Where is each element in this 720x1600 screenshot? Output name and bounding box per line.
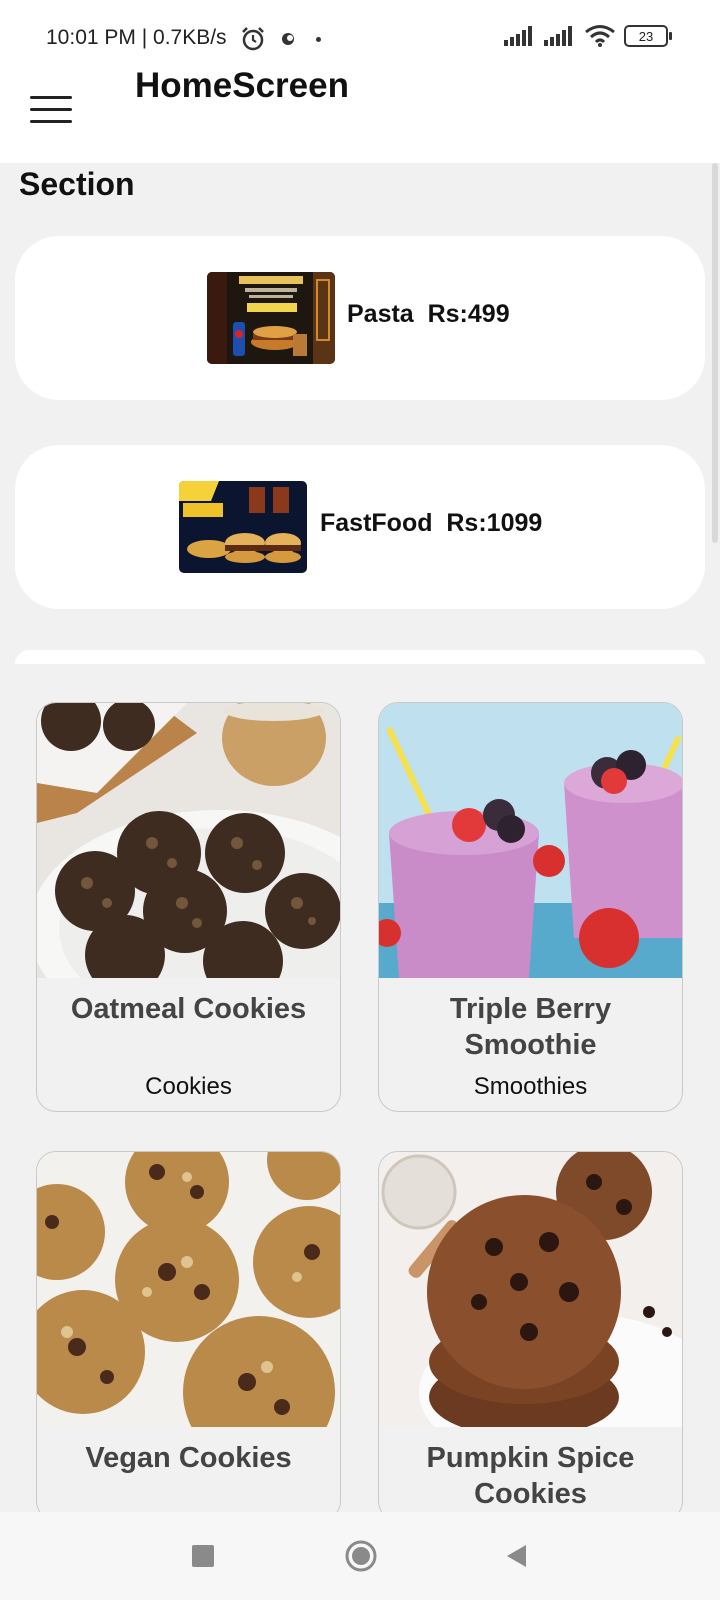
pasta-deal-photo xyxy=(207,272,335,364)
grid-card-vegan-cookies[interactable]: Vegan Cookies xyxy=(36,1151,341,1521)
home-circle-icon[interactable] xyxy=(336,1532,386,1580)
status-icons: 23 xyxy=(504,24,672,48)
scrollbar[interactable] xyxy=(712,163,718,543)
page-title: HomeScreen xyxy=(135,66,349,105)
signal-icon-2 xyxy=(544,26,572,46)
wifi-icon xyxy=(585,25,615,47)
notification-dot-icon xyxy=(316,37,321,42)
vegan-cookies-photo xyxy=(37,1152,340,1427)
section-title: Section xyxy=(19,166,135,202)
grid-card-triple-berry-smoothie[interactable]: Triple Berry Smoothie Smoothies xyxy=(378,702,683,1112)
section-item-label: Pasta Rs:499 xyxy=(347,300,510,328)
app-notification-icon xyxy=(282,33,294,45)
section-item-fastfood[interactable]: FastFood Rs:1099 xyxy=(15,445,705,609)
card-title: Vegan Cookies xyxy=(85,1442,292,1474)
card-category: Cookies xyxy=(145,1073,232,1100)
battery-icon: 23 xyxy=(624,25,672,47)
card-category: Smoothies xyxy=(473,1073,588,1100)
pumpkin-cookies-photo xyxy=(379,1152,682,1427)
grid-card-oatmeal-cookies[interactable]: Oatmeal Cookies Cookies xyxy=(36,702,341,1112)
alarm-icon xyxy=(242,27,264,51)
section-item-label: FastFood Rs:1099 xyxy=(320,509,543,537)
section-item-pasta[interactable]: Pasta Rs:499 xyxy=(15,236,705,400)
card-title: Oatmeal Cookies xyxy=(70,993,307,1025)
app-bar: HomeScreen xyxy=(0,60,720,163)
signal-icon xyxy=(504,26,532,46)
status-time: 10:01 PM | 0.7KB/s xyxy=(46,26,227,49)
recents-square-icon[interactable] xyxy=(178,1532,228,1580)
grid-card-pumpkin-spice-cookies[interactable]: Pumpkin Spice Cookies xyxy=(378,1151,683,1521)
oatmeal-cookies-photo xyxy=(37,703,340,978)
card-title: Pumpkin Spice Cookies xyxy=(426,1442,635,1510)
hamburger-menu-icon[interactable] xyxy=(30,96,72,126)
back-triangle-icon[interactable] xyxy=(492,1532,542,1580)
system-nav-bar xyxy=(0,1512,720,1600)
fastfood-deal-photo xyxy=(179,481,307,573)
card-title: Triple Berry Smoothie xyxy=(449,993,612,1061)
section-item-partial[interactable] xyxy=(15,650,705,664)
berry-smoothie-photo xyxy=(379,703,682,978)
